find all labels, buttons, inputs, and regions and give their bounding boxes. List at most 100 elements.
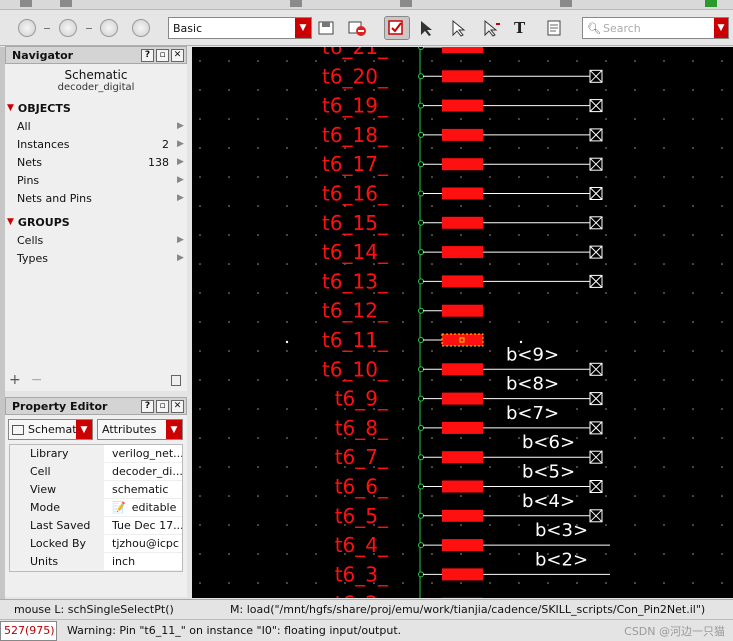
property-row[interactable]: Units inch bbox=[10, 552, 182, 571]
grid-dot bbox=[547, 321, 549, 323]
scope-select[interactable]: Schematic ▼ bbox=[8, 419, 93, 440]
property-row[interactable]: Locked By tjzhou@icpc bbox=[10, 534, 182, 553]
pin-label: t6_14_ bbox=[322, 240, 389, 264]
navigator-item[interactable]: Nets and Pins ▶ bbox=[5, 189, 187, 207]
grid-dot bbox=[518, 292, 520, 294]
grid-dot bbox=[634, 147, 636, 149]
chevron-down-icon[interactable]: ▼ bbox=[714, 18, 728, 38]
grid-dot bbox=[576, 60, 578, 62]
navigator-item-label: Pins bbox=[17, 173, 40, 187]
property-row[interactable]: Cell decoder_di... bbox=[10, 462, 182, 481]
grid-dot bbox=[257, 118, 259, 120]
separator bbox=[86, 28, 92, 29]
remove-icon[interactable]: − bbox=[31, 372, 171, 388]
help-button[interactable]: ? bbox=[141, 399, 154, 413]
pin-connector bbox=[418, 307, 424, 314]
stretch-button[interactable] bbox=[478, 16, 504, 40]
add-icon[interactable]: + bbox=[9, 372, 21, 388]
pin-shape bbox=[442, 509, 483, 522]
grid-dot bbox=[634, 60, 636, 62]
grid-dot bbox=[692, 553, 694, 555]
property-value: schematic bbox=[112, 483, 169, 496]
no-connect-icon bbox=[589, 69, 603, 83]
navigator-item[interactable]: Pins ▶ bbox=[5, 171, 187, 189]
grid-dot bbox=[692, 234, 694, 236]
grid-dot bbox=[431, 89, 433, 91]
schematic-canvas[interactable]: t6_21_ t6_20_ t6_19_ t6_18_ t6_17_ t6_16_ t6_1… bbox=[192, 47, 733, 598]
help-button[interactable]: ? bbox=[141, 48, 154, 62]
navigator-item[interactable]: Instances 2 ▶ bbox=[5, 135, 187, 153]
close-button[interactable]: ✕ bbox=[171, 399, 184, 413]
grid-dot bbox=[663, 408, 665, 410]
grid-dot bbox=[315, 292, 317, 294]
search-input[interactable]: 🔍︎ Search ▼ bbox=[582, 17, 729, 39]
grid-dot bbox=[547, 582, 549, 584]
no-connect-icon bbox=[589, 99, 603, 112]
text-button[interactable]: T bbox=[508, 16, 534, 40]
back-button[interactable] bbox=[14, 16, 40, 40]
grid-dot bbox=[402, 147, 404, 149]
property-row[interactable]: View schematic bbox=[10, 480, 182, 499]
navigator-item-count: 2 bbox=[162, 137, 169, 151]
pointer-icon bbox=[452, 19, 466, 37]
forward-button[interactable] bbox=[55, 16, 81, 40]
navigator-item[interactable]: Nets 138 ▶ bbox=[5, 153, 187, 171]
layout-icon[interactable] bbox=[171, 374, 181, 386]
grid-dot bbox=[634, 292, 636, 294]
grid-dot bbox=[257, 176, 259, 178]
property-button[interactable] bbox=[542, 16, 568, 40]
grid-dot bbox=[721, 553, 723, 555]
delete-button[interactable] bbox=[344, 16, 370, 40]
bus-label: b<8> bbox=[506, 374, 559, 395]
grid-dot bbox=[228, 89, 230, 91]
grid-dot bbox=[460, 205, 462, 207]
groups-section[interactable]: ▼ GROUPS bbox=[5, 213, 187, 231]
pin-label: t6_13_ bbox=[322, 269, 389, 293]
pin-shape bbox=[442, 99, 483, 112]
property-row[interactable]: Library verilog_net... bbox=[10, 444, 182, 463]
navigator-item[interactable]: All ▶ bbox=[5, 117, 187, 135]
grid-dot bbox=[257, 379, 259, 381]
select-mode-button[interactable] bbox=[384, 16, 410, 40]
schematic-drawing[interactable]: t6_21_ t6_20_ t6_19_ t6_18_ t6_17_ t6_16_ t6_1… bbox=[192, 47, 733, 598]
grid-dot bbox=[460, 350, 462, 352]
check-save-button[interactable] bbox=[314, 16, 340, 40]
category-select[interactable]: Attributes ▼ bbox=[97, 419, 183, 440]
pin-connector bbox=[418, 278, 424, 285]
navigator-item[interactable]: Types ▶ bbox=[5, 249, 187, 267]
grid-dot bbox=[460, 263, 462, 265]
chevron-right-icon: ▶ bbox=[177, 235, 184, 245]
grid-dot bbox=[721, 205, 723, 207]
float-button[interactable]: ▫ bbox=[156, 399, 169, 413]
float-button[interactable]: ▫ bbox=[156, 48, 169, 62]
select-button[interactable] bbox=[446, 16, 472, 40]
mode-select[interactable]: Basic ▼ bbox=[168, 17, 312, 39]
stop-button[interactable] bbox=[128, 16, 154, 40]
grid-dot bbox=[721, 118, 723, 120]
grid-dot bbox=[721, 379, 723, 381]
close-button[interactable]: ✕ bbox=[171, 48, 184, 62]
pin-shape bbox=[442, 246, 483, 259]
warning-text: Warning: Pin "t6_11_" on instance "I0": … bbox=[67, 624, 402, 637]
property-row[interactable]: Last Saved Tue Dec 17... bbox=[10, 516, 182, 535]
cell-name: decoder_digital bbox=[57, 82, 135, 93]
grid-dot bbox=[431, 437, 433, 439]
grid-dot bbox=[286, 60, 288, 62]
navigator-item[interactable]: Cells ▶ bbox=[5, 231, 187, 249]
grid-dot bbox=[315, 147, 317, 149]
objects-section[interactable]: ▼ OBJECTS bbox=[5, 99, 187, 117]
grid-dot bbox=[663, 582, 665, 584]
grid-dot bbox=[228, 147, 230, 149]
up-button[interactable] bbox=[96, 16, 122, 40]
grid-dot bbox=[228, 234, 230, 236]
grid-dot bbox=[431, 495, 433, 497]
grid-dot bbox=[257, 263, 259, 265]
grid-dot bbox=[576, 89, 578, 91]
grid-dot bbox=[402, 437, 404, 439]
grid-dot bbox=[431, 582, 433, 584]
grid-dot bbox=[431, 205, 433, 207]
property-row[interactable]: Mode 📝 editable bbox=[10, 498, 182, 517]
move-button[interactable] bbox=[414, 16, 440, 40]
grid-dot bbox=[721, 147, 723, 149]
grid-dot bbox=[286, 495, 288, 497]
